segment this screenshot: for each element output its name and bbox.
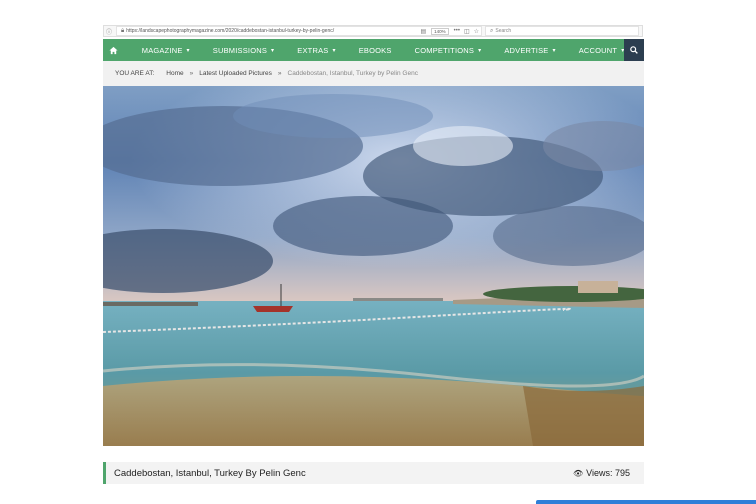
address-bar[interactable]: 🔒︎ https://landscapephotographymagazine.… (116, 26, 482, 36)
info-icon[interactable]: ⓘ (106, 27, 112, 36)
browser-toolbar: ⓘ 🔒︎ https://landscapephotographymagazin… (103, 25, 643, 37)
chevron-down-icon: ▾ (478, 47, 482, 54)
lock-icon: 🔒︎ (121, 27, 125, 34)
search-icon: ⌕ (490, 27, 494, 34)
nav-ebooks[interactable]: EBOOKS (359, 46, 392, 55)
views-label: Views: 795 (586, 468, 630, 478)
more-icon[interactable]: ••• (454, 28, 460, 34)
nav-account[interactable]: ACCOUNT ▾ (579, 46, 625, 55)
url-text: https://landscapephotographymagazine.com… (126, 28, 335, 34)
home-button[interactable] (103, 46, 125, 55)
reader-icon[interactable]: ▤ (420, 28, 426, 35)
views-counter: 👁︎ Views: 795 (573, 468, 630, 478)
search-placeholder: Search (495, 28, 512, 34)
nav-competitions[interactable]: COMPETITIONS ▾ (415, 46, 482, 55)
photo-caption-bar: Caddebostan, Istanbul, Turkey By Pelin G… (103, 462, 644, 484)
nav-magazine[interactable]: MAGAZINE ▾ (142, 46, 190, 55)
breadcrumb-separator-icon: » (277, 70, 282, 77)
nav-extras[interactable]: EXTRAS ▾ (297, 46, 335, 55)
chevron-down-icon: ▾ (552, 47, 556, 54)
search-icon (630, 46, 639, 54)
breadcrumb-home-link[interactable]: Home (166, 70, 183, 77)
bookmark-star-icon[interactable]: ☆ (474, 28, 479, 35)
home-icon (109, 46, 118, 54)
progress-indicator (536, 500, 756, 504)
breadcrumb-section-link[interactable]: Latest Uploaded Pictures (199, 70, 272, 77)
main-navbar: MAGAZINE ▾ SUBMISSIONS ▾ EXTRAS ▾ EBOOKS CO… (103, 39, 644, 61)
browser-search-input[interactable]: ⌕ Search (485, 26, 639, 36)
breadcrumb: YOU ARE AT: Home » Latest Uploaded Pictu… (103, 61, 644, 86)
breadcrumb-separator-icon: » (189, 70, 194, 77)
breadcrumb-current: Caddebostan, Istanbul, Turkey by Pelin G… (287, 70, 418, 77)
pocket-icon[interactable]: ◫ (464, 28, 470, 35)
photo-title: Caddebostan, Istanbul, Turkey By Pelin G… (114, 467, 306, 479)
nav-search-button[interactable] (624, 39, 644, 61)
eye-icon: 👁︎ (572, 468, 584, 478)
nav-advertise[interactable]: ADVERTISE ▾ (504, 46, 555, 55)
chevron-down-icon: ▾ (332, 47, 336, 54)
zoom-level[interactable]: 140% (431, 27, 449, 35)
landscape-photo[interactable] (103, 86, 644, 446)
chevron-down-icon: ▾ (186, 47, 190, 54)
chevron-down-icon: ▾ (271, 47, 275, 54)
breadcrumb-prefix: YOU ARE AT: (115, 70, 155, 77)
nav-submissions[interactable]: SUBMISSIONS ▾ (213, 46, 275, 55)
